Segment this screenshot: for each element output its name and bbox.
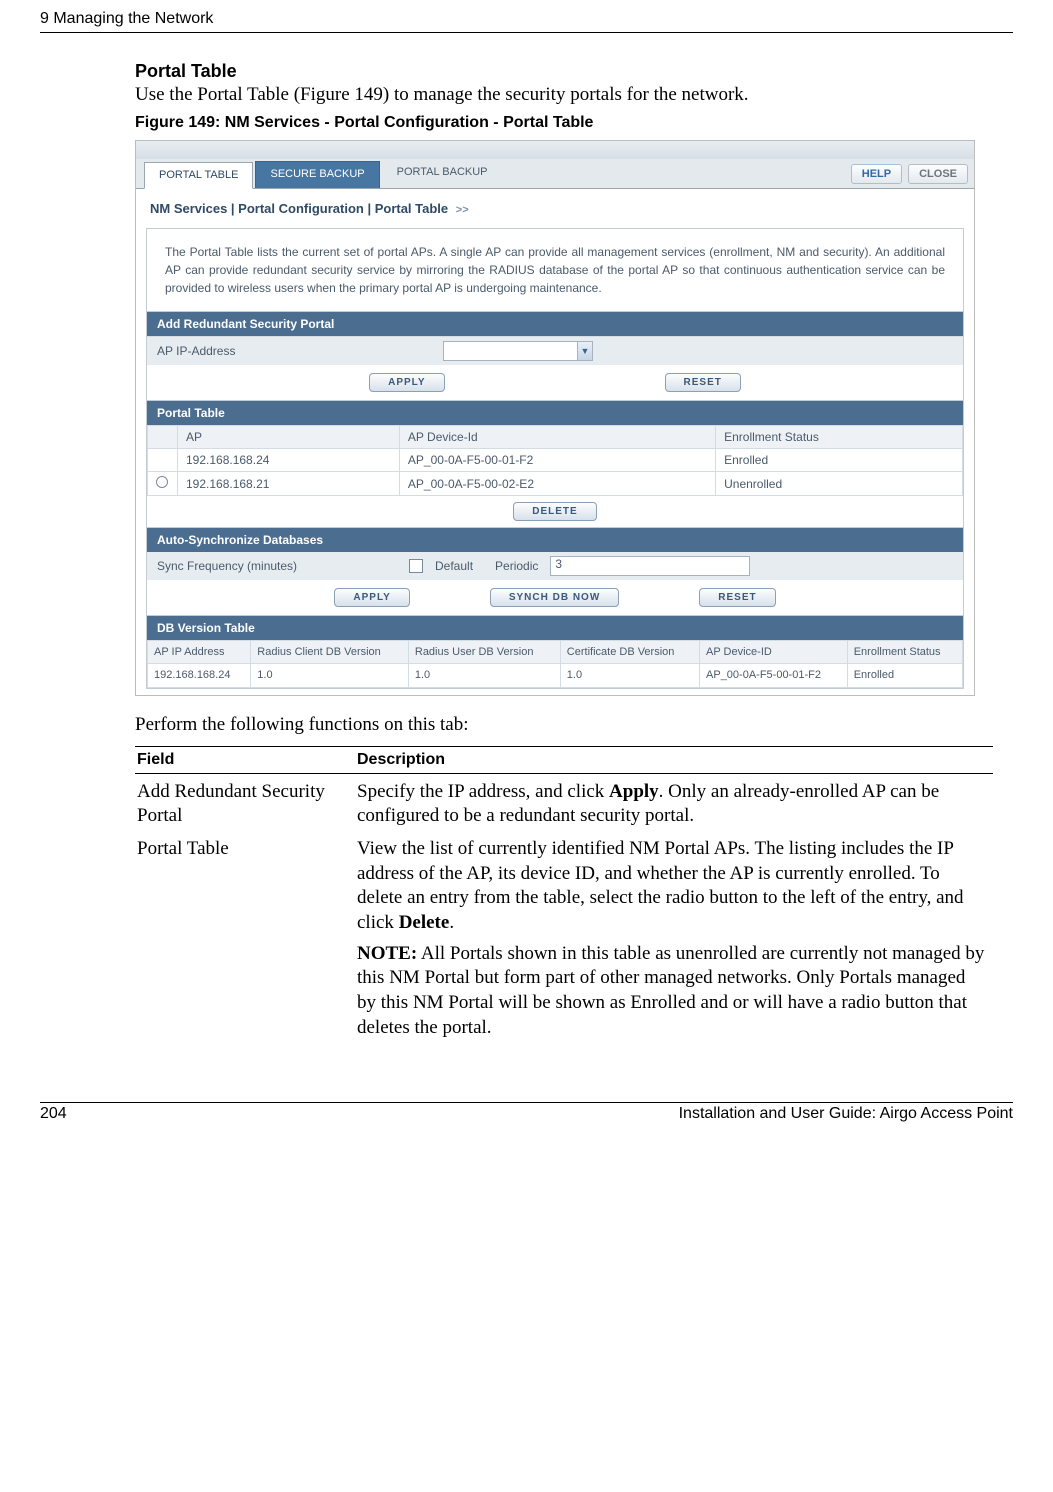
- cell-cert: 1.0: [560, 664, 699, 687]
- table-header-row: AP AP Device-Id Enrollment Status: [148, 426, 963, 449]
- ap-ip-address-combo[interactable]: ▼: [443, 341, 593, 361]
- cell-status: Enrolled: [716, 449, 963, 472]
- note-label: NOTE:: [357, 943, 417, 964]
- col-ip: AP IP Address: [148, 641, 251, 664]
- note-text: All Portals shown in this table as unenr…: [357, 943, 984, 1038]
- cell-status: Enrolled: [847, 664, 962, 687]
- label-sync-frequency: Sync Frequency (minutes): [157, 559, 397, 573]
- panel-intro-text: The Portal Table lists the current set o…: [147, 229, 963, 311]
- table-row: 192.168.168.24 1.0 1.0 1.0 AP_00-0A-F5-0…: [148, 664, 963, 687]
- label-periodic: Periodic: [495, 559, 538, 573]
- help-button[interactable]: HELP: [851, 164, 902, 184]
- page-number: 204: [40, 1105, 67, 1123]
- row-sync-frequency: Sync Frequency (minutes) Default Periodi…: [147, 552, 963, 580]
- perform-functions-text: Perform the following functions on this …: [135, 714, 993, 736]
- reset-button[interactable]: RESET: [665, 373, 741, 392]
- section-intro: Use the Portal Table (Figure 149) to man…: [135, 84, 993, 106]
- section-add-portal-header: Add Redundant Security Portal: [147, 311, 963, 336]
- cell-device: AP_00-0A-F5-00-02-E2: [399, 472, 715, 496]
- section-autosync-header: Auto-Synchronize Databases: [147, 527, 963, 552]
- cell-ap: 192.168.168.21: [178, 472, 400, 496]
- tab-secure-backup[interactable]: SECURE BACKUP: [255, 161, 379, 188]
- cell-ap: 192.168.168.24: [178, 449, 400, 472]
- label-ap-ip-address: AP IP-Address: [157, 344, 235, 358]
- cell-ip: 192.168.168.24: [148, 664, 251, 687]
- chevron-down-icon[interactable]: ▼: [577, 342, 592, 360]
- close-button[interactable]: CLOSE: [908, 164, 968, 184]
- col-device: AP Device-ID: [700, 641, 848, 664]
- reset-button[interactable]: RESET: [699, 588, 775, 607]
- row-ap-ip-address: AP IP-Address ▼: [147, 336, 963, 365]
- table-row: 192.168.168.21 AP_00-0A-F5-00-02-E2 Unen…: [148, 472, 963, 496]
- field-desc: View the list of currently identified NM…: [355, 831, 993, 1043]
- page-footer: 204 Installation and User Guide: Airgo A…: [40, 1102, 1013, 1123]
- screenshot-titlebar: [136, 141, 974, 159]
- screenshot-panel: PORTAL TABLE SECURE BACKUP PORTAL BACKUP…: [135, 140, 975, 696]
- th-description: Description: [355, 746, 993, 773]
- field-description-table: Field Description Add Redundant Security…: [135, 746, 993, 1043]
- running-head: 9 Managing the Network: [40, 10, 1013, 33]
- delete-button[interactable]: DELETE: [513, 502, 596, 521]
- section-portal-table-header: Portal Table: [147, 400, 963, 425]
- section-db-version-header: DB Version Table: [147, 615, 963, 640]
- button-row-sync: APPLY SYNCH DB NOW RESET: [147, 580, 963, 615]
- cell-rclient: 1.0: [251, 664, 409, 687]
- col-device: AP Device-Id: [399, 426, 715, 449]
- field-name: Add Redundant Security Portal: [135, 773, 355, 831]
- col-ap: AP: [178, 426, 400, 449]
- col-ruser: Radius User DB Version: [408, 641, 560, 664]
- periodic-input[interactable]: 3: [550, 556, 750, 576]
- figure-caption: Figure 149: NM Services - Portal Configu…: [135, 114, 993, 132]
- cell-device: AP_00-0A-F5-00-01-F2: [399, 449, 715, 472]
- table-row: 192.168.168.24 AP_00-0A-F5-00-01-F2 Enro…: [148, 449, 963, 472]
- row-select-cell[interactable]: [148, 472, 178, 496]
- row-select-cell: [148, 449, 178, 472]
- table-header-row: AP IP Address Radius Client DB Version R…: [148, 641, 963, 664]
- apply-button[interactable]: APPLY: [369, 373, 444, 392]
- cell-ruser: 1.0: [408, 664, 560, 687]
- button-row-add-portal: APPLY RESET: [147, 365, 963, 400]
- tab-portal-table[interactable]: PORTAL TABLE: [144, 162, 253, 189]
- tab-portal-backup[interactable]: PORTAL BACKUP: [382, 159, 503, 188]
- cell-device: AP_00-0A-F5-00-01-F2: [700, 664, 848, 687]
- panel-body: The Portal Table lists the current set o…: [146, 228, 964, 689]
- section-subhead: Portal Table: [135, 61, 993, 82]
- radio-icon[interactable]: [156, 476, 168, 488]
- breadcrumb-arrow-icon: >>: [456, 204, 469, 216]
- col-cert: Certificate DB Version: [560, 641, 699, 664]
- breadcrumb: NM Services | Portal Configuration | Por…: [136, 189, 974, 222]
- col-status: Enrollment Status: [847, 641, 962, 664]
- field-desc: Specify the IP address, and click Apply.…: [355, 773, 993, 831]
- running-head-left: 9 Managing the Network: [40, 10, 213, 28]
- col-status: Enrollment Status: [716, 426, 963, 449]
- delete-button-row: DELETE: [147, 496, 963, 527]
- default-checkbox[interactable]: [409, 559, 423, 573]
- label-default: Default: [435, 559, 473, 573]
- synch-db-now-button[interactable]: SYNCH DB NOW: [490, 588, 619, 607]
- db-version-table: AP IP Address Radius Client DB Version R…: [147, 640, 963, 688]
- field-name: Portal Table: [135, 831, 355, 1043]
- portal-table: AP AP Device-Id Enrollment Status 192.16…: [147, 425, 963, 496]
- th-field: Field: [135, 746, 355, 773]
- apply-button[interactable]: APPLY: [334, 588, 409, 607]
- cell-status: Unenrolled: [716, 472, 963, 496]
- tab-bar: PORTAL TABLE SECURE BACKUP PORTAL BACKUP…: [136, 159, 974, 189]
- footer-title: Installation and User Guide: Airgo Acces…: [679, 1105, 1013, 1123]
- col-rclient: Radius Client DB Version: [251, 641, 409, 664]
